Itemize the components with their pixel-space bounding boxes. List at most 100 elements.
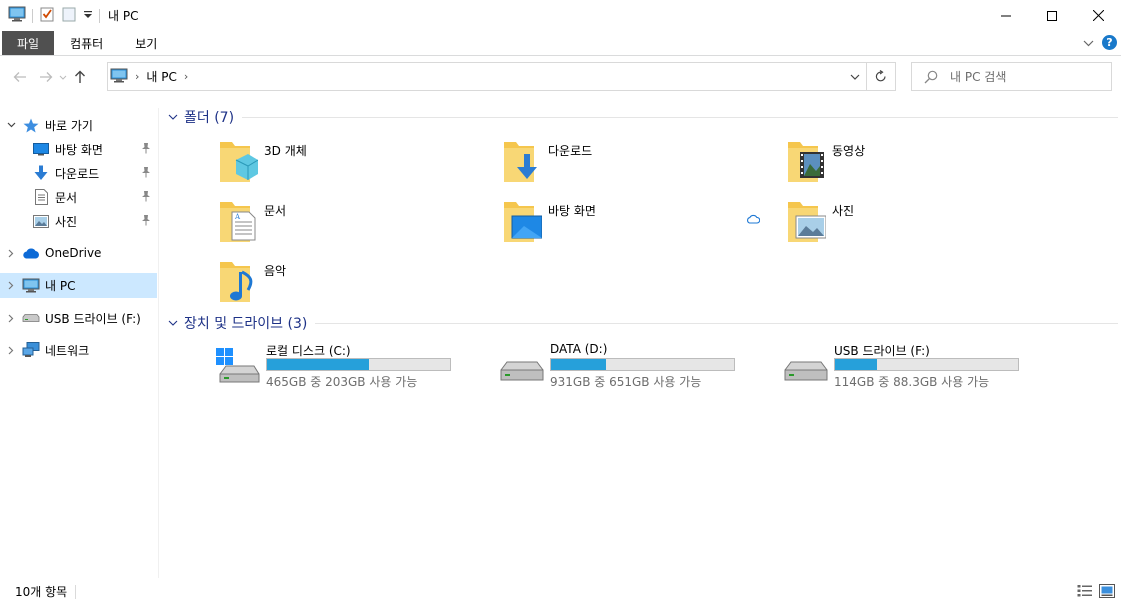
sidebar-item-my-pc[interactable]: 내 PC: [0, 273, 157, 298]
navigation-bar: › 내 PC ›: [0, 56, 1121, 98]
drive-name: DATA (D:): [550, 342, 608, 356]
sidebar-item-usb-drive[interactable]: USB 드라이브 (F:): [0, 306, 157, 330]
status-divider: [75, 584, 77, 599]
details-view-icon: [1077, 585, 1092, 597]
pin-icon[interactable]: [141, 166, 151, 181]
sidebar-item-quick-access[interactable]: 바로 가기: [0, 113, 157, 137]
breadcrumb-my-pc[interactable]: 내 PC: [146, 68, 176, 85]
pin-icon[interactable]: [141, 142, 151, 157]
up-button[interactable]: [69, 66, 91, 88]
toolbar-separator: [99, 8, 100, 23]
drive-usage-bar: [550, 358, 735, 371]
tab-file[interactable]: 파일: [2, 31, 55, 55]
folder-label: 음악: [264, 264, 287, 278]
chevron-right-icon[interactable]: [0, 346, 22, 355]
ribbon-tabs: 파일 컴퓨터 보기 ?: [0, 31, 1121, 56]
chevron-down-icon[interactable]: [0, 122, 22, 128]
drive-tile-c[interactable]: 로컬 디스크 (C:) 465GB 중 203GB 사용 가능: [216, 342, 476, 392]
sidebar-item-label: 사진: [55, 214, 78, 229]
sidebar-item-label: 내 PC: [45, 279, 76, 293]
sidebar-item-desktop[interactable]: 바탕 화면: [0, 137, 157, 161]
pc-icon: [110, 68, 128, 86]
forward-button[interactable]: [35, 66, 57, 88]
minimize-icon: [1001, 15, 1011, 16]
desktop-folder-icon: [502, 198, 546, 246]
minimize-button[interactable]: [983, 0, 1029, 31]
folder-tile-music[interactable]: 음악: [218, 258, 488, 314]
large-icons-view-button[interactable]: [1099, 584, 1115, 601]
help-icon[interactable]: ?: [1102, 35, 1117, 50]
sidebar-item-pictures[interactable]: 사진: [0, 209, 157, 233]
recent-locations-button[interactable]: [57, 66, 69, 88]
tab-view[interactable]: 보기: [119, 31, 173, 55]
folder-tile-documents[interactable]: A 문서: [218, 198, 488, 254]
svg-text:A: A: [234, 213, 241, 221]
group-divider: [242, 116, 1118, 118]
breadcrumb-separator-icon[interactable]: ›: [135, 70, 139, 83]
sidebar-item-network[interactable]: 네트워크: [0, 338, 157, 362]
drive-usage-bar: [834, 358, 1019, 371]
drive-free-space: 465GB 중 203GB 사용 가능: [266, 375, 418, 389]
address-history-button[interactable]: [844, 63, 866, 90]
drive-free-space: 114GB 중 88.3GB 사용 가능: [834, 375, 990, 389]
sidebar-item-onedrive[interactable]: OneDrive: [0, 241, 157, 265]
folder-tile-videos[interactable]: 동영상: [786, 138, 1056, 194]
back-button[interactable]: [9, 66, 31, 88]
pictures-icon: [32, 213, 50, 229]
chevron-right-icon[interactable]: [0, 249, 22, 258]
status-bar: 10개 항목: [0, 578, 1121, 605]
customize-toolbar-icon[interactable]: [83, 9, 93, 23]
chevron-right-icon[interactable]: [0, 314, 22, 323]
chevron-right-icon[interactable]: [0, 281, 22, 290]
new-folder-icon[interactable]: [61, 6, 77, 25]
pin-icon[interactable]: [141, 190, 151, 205]
document-icon: [32, 189, 50, 205]
search-box[interactable]: [911, 62, 1112, 91]
group-divider: [315, 322, 1118, 324]
details-view-button[interactable]: [1077, 584, 1093, 601]
folder-tile-desktop[interactable]: 바탕 화면: [502, 198, 772, 254]
sidebar-item-label: 다운로드: [55, 166, 100, 181]
pin-icon[interactable]: [141, 214, 151, 229]
breadcrumb-separator-icon[interactable]: ›: [184, 70, 188, 83]
properties-icon[interactable]: [39, 6, 55, 25]
refresh-icon: [875, 70, 886, 82]
windows-drive-icon: [216, 348, 260, 384]
pc-icon: [22, 278, 40, 294]
close-button[interactable]: [1075, 0, 1121, 31]
sidebar-item-label: 바탕 화면: [55, 142, 103, 157]
sidebar-item-label: OneDrive: [45, 246, 102, 260]
drive-usage-fill: [835, 359, 878, 370]
drive-tile-d[interactable]: DATA (D:) 931GB 중 651GB 사용 가능: [500, 342, 760, 392]
chevron-down-icon[interactable]: [168, 112, 182, 123]
folder-tile-pictures[interactable]: 사진: [786, 198, 1056, 254]
up-arrow-icon: [75, 70, 85, 83]
drive-tile-f[interactable]: USB 드라이브 (F:) 114GB 중 88.3GB 사용 가능: [784, 342, 1044, 392]
refresh-button[interactable]: [867, 62, 896, 91]
network-icon: [22, 342, 40, 358]
tab-computer[interactable]: 컴퓨터: [54, 31, 119, 55]
desktop-icon: [32, 141, 50, 157]
address-bar[interactable]: › 내 PC ›: [107, 62, 867, 91]
folder-label: 바탕 화면: [548, 204, 596, 218]
star-icon: [22, 117, 40, 133]
search-input[interactable]: [950, 69, 1100, 84]
title-bar: 내 PC: [0, 0, 1121, 31]
drive-name: 로컬 디스크 (C:): [266, 344, 351, 358]
group-title: 장치 및 드라이브 (3): [184, 316, 308, 332]
sidebar-item-downloads[interactable]: 다운로드: [0, 161, 157, 185]
chevron-down-icon: [59, 75, 67, 80]
pc-icon[interactable]: [8, 6, 26, 25]
drives-group-header[interactable]: 장치 및 드라이브 (3): [168, 313, 1118, 333]
maximize-button[interactable]: [1029, 0, 1075, 31]
downloads-folder-icon: [502, 138, 546, 186]
expand-ribbon-icon[interactable]: [1083, 36, 1094, 50]
folder-tile-downloads[interactable]: 다운로드: [502, 138, 772, 194]
sidebar-item-documents[interactable]: 문서: [0, 185, 157, 209]
download-icon: [32, 165, 50, 181]
window-title: 내 PC: [108, 9, 139, 23]
chevron-down-icon[interactable]: [168, 318, 182, 329]
folders-group-header[interactable]: 폴더 (7): [168, 107, 1118, 127]
3d-objects-folder-icon: [218, 138, 262, 186]
folder-tile-3d-objects[interactable]: 3D 개체: [218, 138, 488, 194]
